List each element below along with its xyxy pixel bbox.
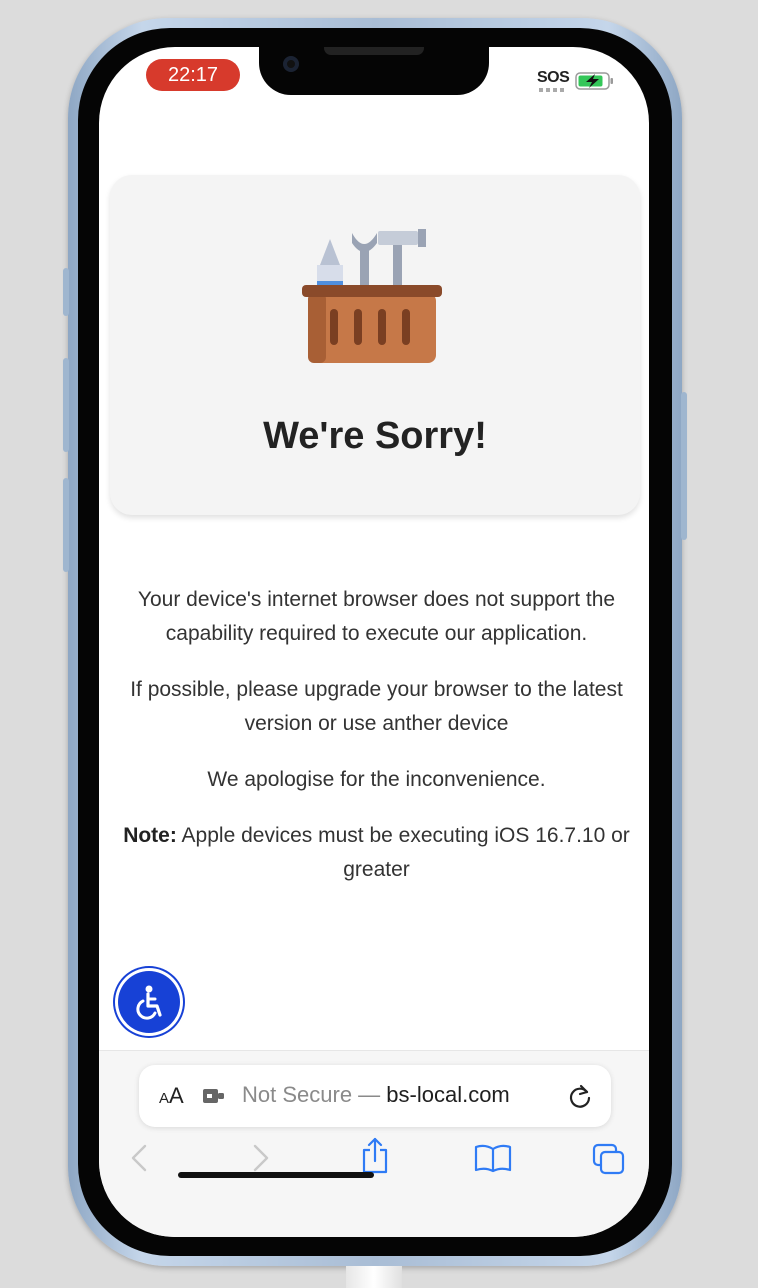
bookmarks-button[interactable] (474, 1143, 512, 1178)
signal-dots (539, 88, 567, 92)
reload-icon[interactable] (567, 1083, 593, 1109)
error-title: We're Sorry! (263, 415, 487, 457)
earpiece (324, 47, 424, 55)
text-size-button[interactable]: AA (159, 1083, 184, 1109)
extension-icon[interactable] (202, 1087, 226, 1105)
share-icon (362, 1137, 388, 1174)
forward-icon (253, 1144, 269, 1172)
error-card: We're Sorry! (110, 175, 640, 515)
mute-switch (63, 268, 69, 316)
volume-up-button (63, 358, 69, 452)
back-button[interactable] (129, 1143, 151, 1178)
message-note: Note: Apple devices must be executing iO… (109, 819, 644, 887)
bookmarks-icon (474, 1144, 512, 1173)
sos-indicator: SOS (537, 69, 570, 86)
address-bar[interactable]: AA Not Secure — bs-local.com (139, 1065, 611, 1127)
note-text: Apple devices must be executing iOS 16.7… (176, 824, 630, 881)
status-time[interactable]: 22:17 (146, 59, 240, 91)
security-warning: Not Secure — (242, 1082, 387, 1107)
tabs-button[interactable] (592, 1143, 626, 1180)
volume-down-button (63, 478, 69, 572)
url-domain: bs-local.com (386, 1082, 510, 1107)
toolbox-icon (302, 229, 442, 363)
url-field[interactable]: Not Secure — bs-local.com (242, 1082, 510, 1108)
message-upgrade: If possible, please upgrade your browser… (130, 678, 623, 735)
front-camera (283, 56, 299, 72)
safari-toolbar: AA Not Secure — bs-local.com (99, 1050, 649, 1237)
charging-cable (346, 1266, 402, 1288)
power-button (681, 392, 687, 540)
back-icon (131, 1144, 147, 1172)
accessibility-button[interactable] (118, 971, 180, 1033)
accessibility-wheelchair-icon (136, 985, 162, 1020)
message-apology: We apologise for the inconvenience. (207, 768, 546, 791)
notch (259, 47, 489, 95)
battery-charging-icon (575, 72, 613, 90)
phone-screen: 22:17 SOS We're Sorry! Your device's int… (99, 47, 649, 1237)
error-message: Your device's internet browser does not … (109, 583, 644, 909)
home-indicator[interactable] (178, 1172, 374, 1178)
message-unsupported: Your device's internet browser does not … (137, 588, 616, 645)
note-label: Note: (123, 824, 177, 847)
tabs-icon (592, 1143, 625, 1175)
